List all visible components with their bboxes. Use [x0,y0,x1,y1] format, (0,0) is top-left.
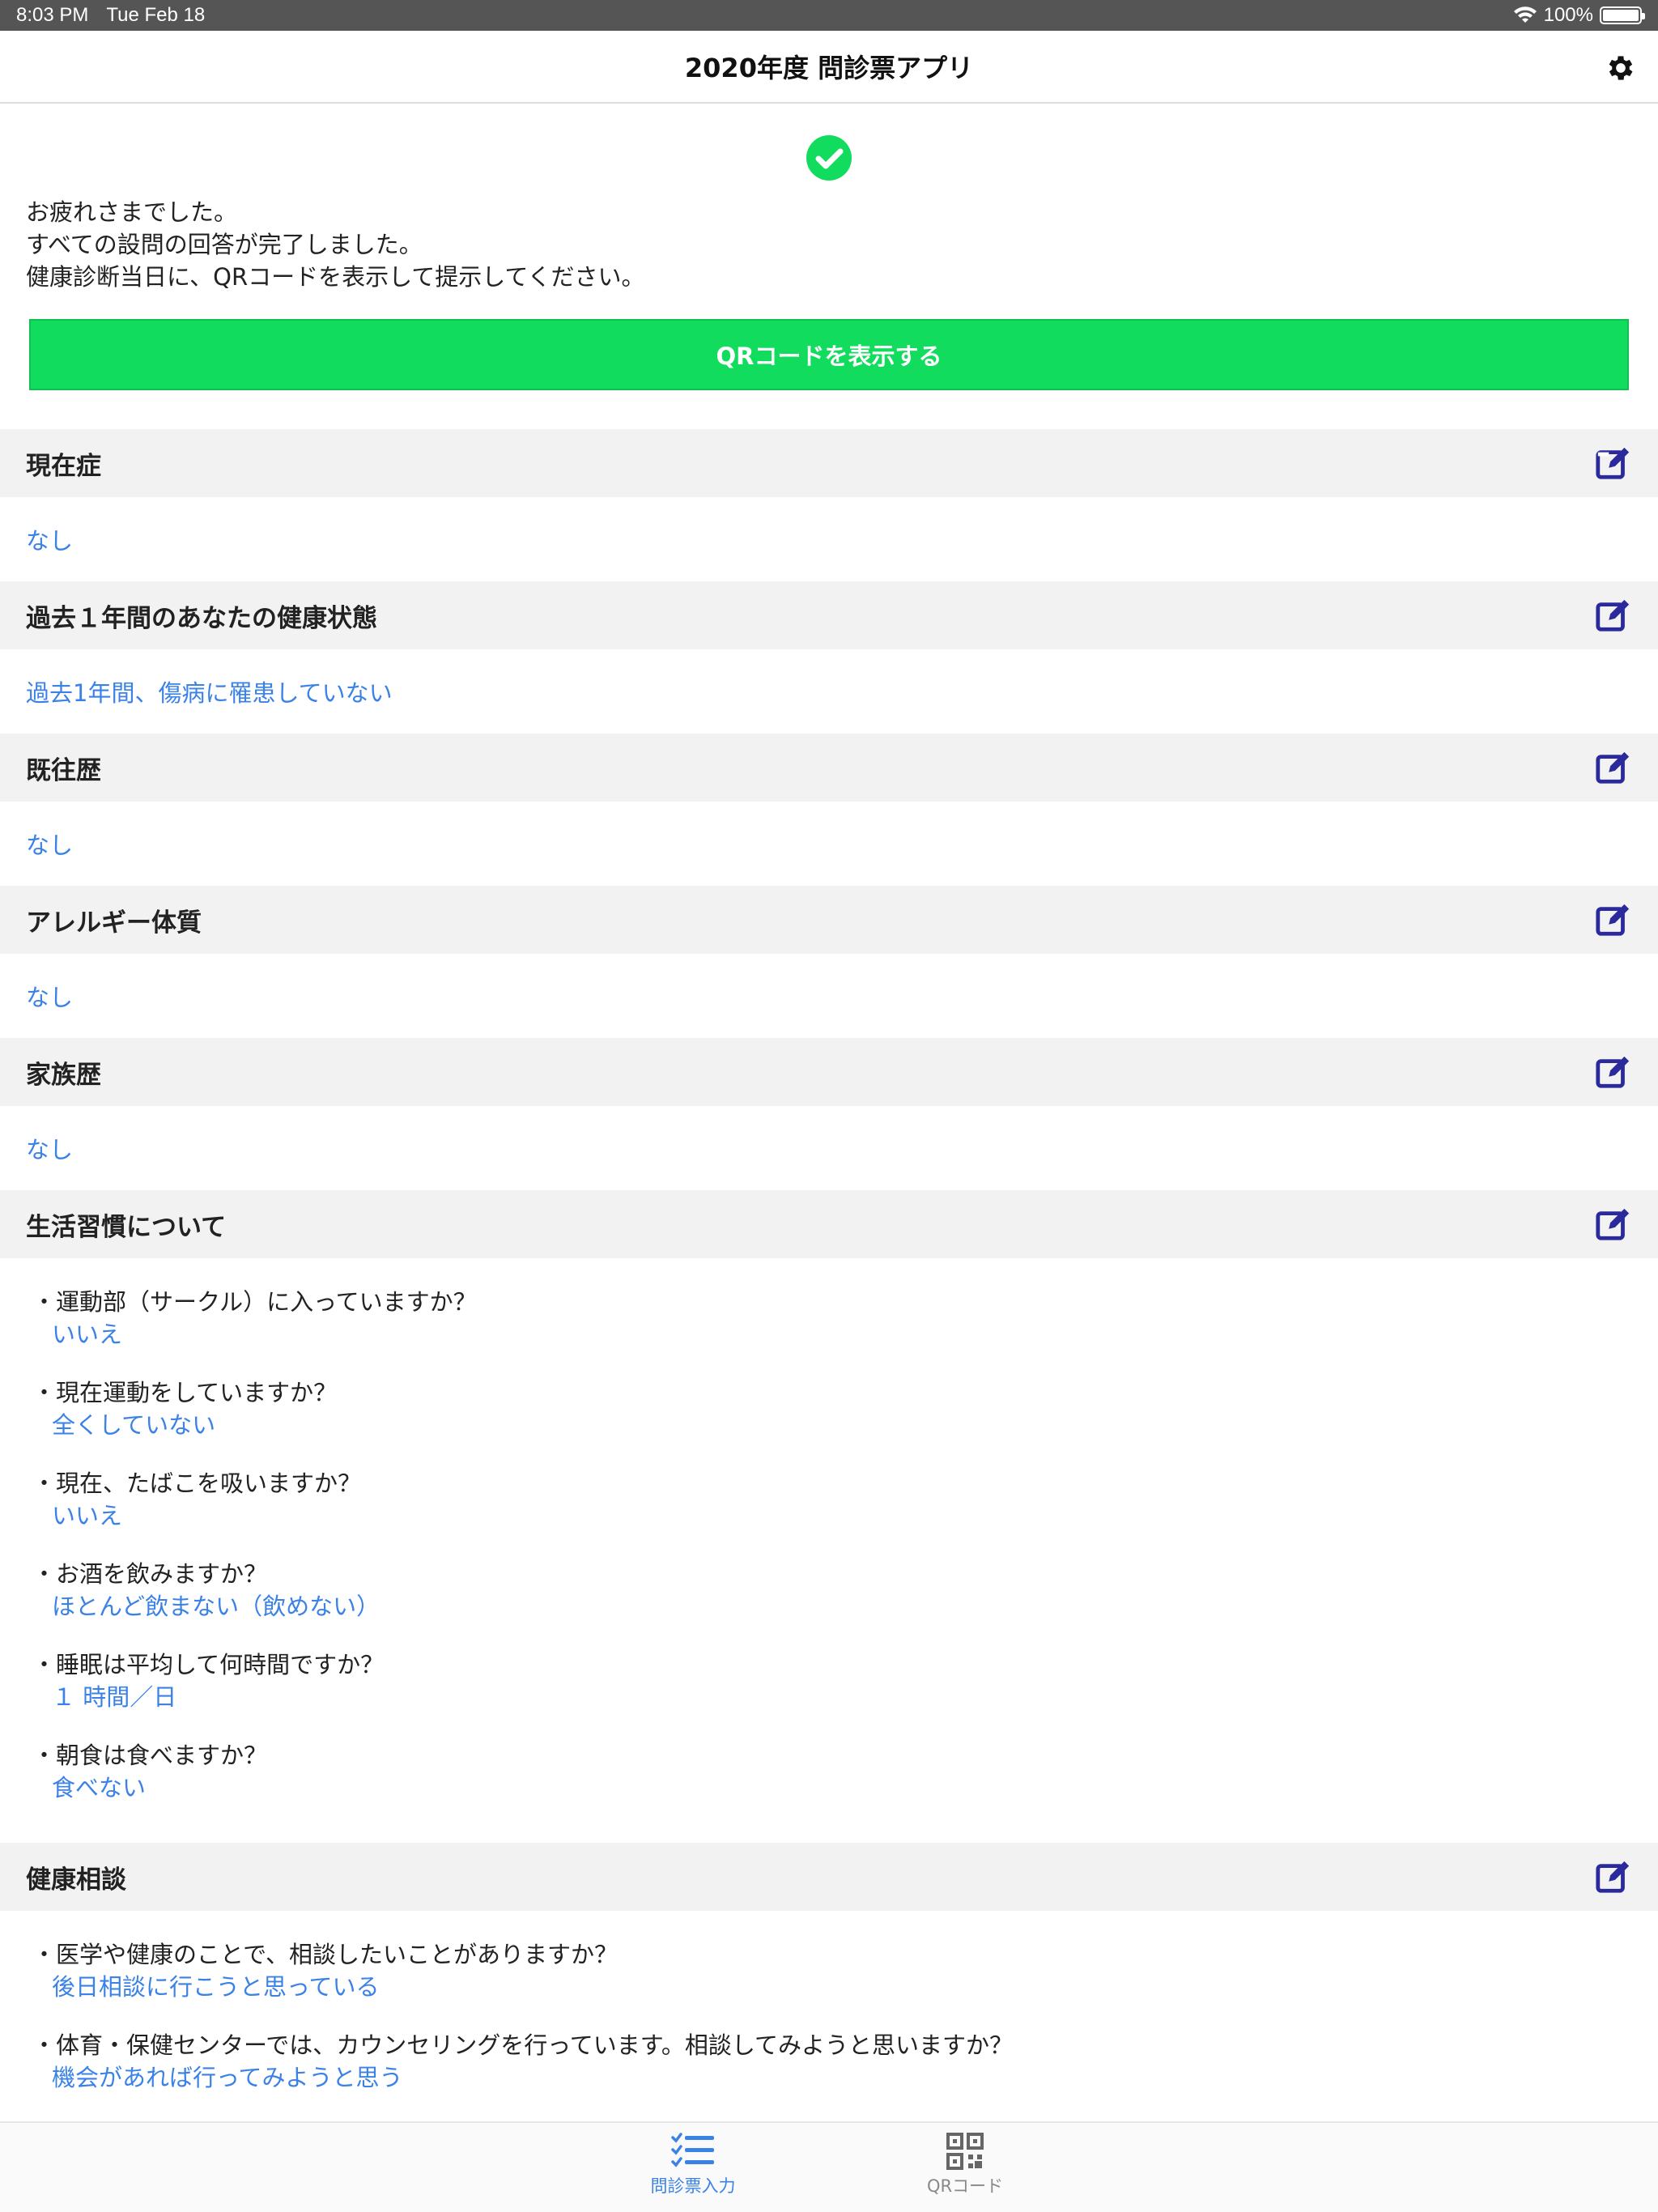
answer-text: なし [26,832,74,859]
section-body-allergy: なし [0,954,1658,1038]
section-body-current: なし [0,497,1658,581]
section-body-consult: ・医学や健康のことで、相談したいことがありますか？ 後日相談に行こうと思っている… [0,1911,1658,2094]
qa-item: ・お酒を飲みますか？ ほとんど飲まない（飲めない） [26,1558,1632,1623]
tab-bar: 問診票入力 QRコード [0,2121,1658,2212]
section-header-consult: 健康相談 [0,1843,1658,1911]
completion-line-2: すべての設問の回答が完了しました。 [26,231,423,258]
section-title: 既往歴 [26,755,101,785]
answer-text: ほとんど飲まない（飲めない） [52,1593,380,1620]
section-header-history: 既往歴 [0,734,1658,802]
answer-text: １ 時間／日 [52,1683,177,1711]
gear-icon[interactable] [1605,52,1637,84]
edit-icon[interactable] [1595,1858,1632,1895]
qa-item: ・現在運動をしていますか？ 全くしていない [26,1376,1632,1441]
edit-icon[interactable] [1595,901,1632,938]
section-header-past-year: 過去１年間のあなたの健康状態 [0,581,1658,649]
qa-item: ・現在、たばこを吸いますか？ いいえ [26,1467,1632,1532]
question-text: ・現在、たばこを吸いますか？ [32,1470,362,1497]
qa-item: ・運動部（サークル）に入っていますか？ いいえ [26,1286,1632,1351]
qa-item: ・朝食は食べますか？ 食べない [26,1739,1632,1804]
question-text: ・朝食は食べますか？ [32,1742,268,1769]
qa-item: ・医学や健康のことで、相談したいことがありますか？ 後日相談に行こうと思っている [26,1938,1632,2003]
section-title: アレルギー体質 [26,908,202,938]
tab-label: 問診票入力 [650,2176,736,2196]
qa-item: ・睡眠は平均して何時間ですか？ １ 時間／日 [26,1648,1632,1713]
main-content: お疲れさまでした。 すべての設問の回答が完了しました。 健康診断当日に、QRコー… [0,105,1658,2094]
qa-item: ・体育・保健センターでは、カウンセリングを行っています。相談してみようと思います… [26,2029,1632,2094]
question-text: ・医学や健康のことで、相談したいことがありますか？ [32,1941,618,1968]
section-header-allergy: アレルギー体質 [0,886,1658,954]
status-right: 100% [1513,4,1645,27]
edit-icon[interactable] [1595,445,1632,482]
nav-header: 2020年度 問診票アプリ [0,31,1658,104]
answer-text: いいえ [52,1321,123,1348]
section-header-family: 家族歴 [0,1038,1658,1106]
answer-text: なし [26,984,74,1011]
section-header-lifestyle: 生活習慣について [0,1190,1658,1258]
status-left: 8:03 PM Tue Feb 18 [16,4,205,27]
status-bar: 8:03 PM Tue Feb 18 100% [0,0,1658,31]
answer-text: 機会があれば行ってみようと思う [52,2064,403,2091]
edit-icon[interactable] [1595,1206,1632,1243]
edit-icon[interactable] [1595,749,1632,786]
section-title: 過去１年間のあなたの健康状態 [26,603,377,633]
section-body-history: なし [0,802,1658,886]
completion-line-1: お疲れさまでした。 [26,198,238,226]
completion-panel: お疲れさまでした。 すべての設問の回答が完了しました。 健康診断当日に、QRコー… [0,105,1658,293]
answer-text: 後日相談に行こうと思っている [52,1973,380,2001]
question-text: ・現在運動をしていますか？ [32,1379,338,1406]
wifi-icon [1513,6,1537,23]
section-body-lifestyle: ・運動部（サークル）に入っていますか？ いいえ ・現在運動をしていますか？ 全く… [0,1258,1658,1843]
status-date: Tue Feb 18 [106,4,206,26]
check-circle-icon [806,135,852,181]
completion-line-3: 健康診断当日に、QRコードを表示して提示してください。 [26,263,645,291]
tab-label: QRコード [926,2176,1004,2196]
checklist-icon [671,2133,714,2167]
question-text: ・お酒を飲みますか？ [32,1560,268,1588]
show-qr-button[interactable]: QRコードを表示する [29,319,1629,390]
qr-code-icon [946,2133,984,2170]
answer-text: なし [26,527,74,555]
section-header-current: 現在症 [0,429,1658,497]
battery-icon [1600,6,1645,24]
status-time: 8:03 PM [16,4,89,26]
section-title: 健康相談 [26,1865,126,1895]
answer-text: いいえ [52,1502,123,1529]
answer-text: 過去1年間、傷病に罹患していない [26,679,393,707]
question-text: ・運動部（サークル）に入っていますか？ [32,1288,477,1316]
page-title: 2020年度 問診票アプリ [684,53,974,83]
tab-questionnaire[interactable]: 問診票入力 [596,2133,790,2197]
answer-text: 食べない [52,1774,147,1802]
question-text: ・体育・保健センターでは、カウンセリングを行っています。相談してみようと思います… [32,2031,1014,2059]
answer-text: なし [26,1136,74,1163]
answer-text: 全くしていない [52,1411,216,1439]
question-text: ・睡眠は平均して何時間ですか？ [32,1651,385,1678]
check-wrap [26,134,1632,181]
section-title: 生活習慣について [26,1212,227,1242]
section-title: 家族歴 [26,1060,101,1090]
section-title: 現在症 [26,451,101,481]
edit-icon[interactable] [1595,1053,1632,1091]
section-body-family: なし [0,1106,1658,1190]
edit-icon[interactable] [1595,597,1632,634]
battery-percent: 100% [1543,4,1593,26]
section-body-past-year: 過去1年間、傷病に罹患していない [0,649,1658,734]
screen: 8:03 PM Tue Feb 18 100% 2020年度 問診票アプリ お疲… [0,0,1658,2212]
tab-qr-code[interactable]: QRコード [868,2133,1062,2197]
